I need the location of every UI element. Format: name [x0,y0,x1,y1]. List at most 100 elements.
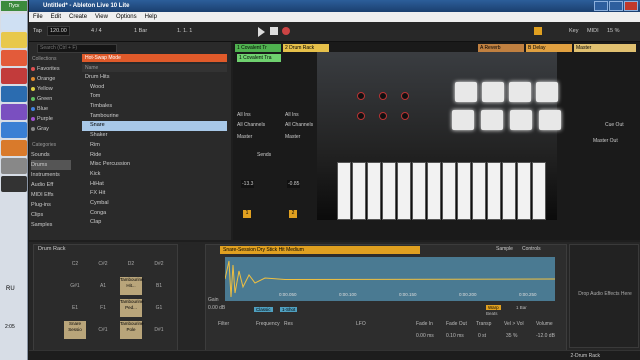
category-midi-effects[interactable]: MIDI Effs [31,190,71,200]
category-instruments[interactable]: Instruments [31,170,71,180]
maximize-button[interactable] [609,1,623,11]
tree-item[interactable]: Timbales [82,102,227,112]
collection-favorites[interactable]: Favorites [31,64,71,74]
input-channel-2[interactable]: All Channels [285,122,313,128]
language-indicator[interactable]: RU [6,286,15,292]
vel-vol-value[interactable]: 35 % [506,333,517,339]
tree-item[interactable]: Conga [82,209,227,219]
menu-view[interactable]: View [95,12,108,22]
tree-item[interactable]: Rim [82,141,227,151]
drum-cell[interactable]: C2 [64,255,86,273]
tempo-field[interactable]: 120.00 [47,26,70,36]
track-activator-2[interactable]: 2 [289,210,297,218]
filter-label[interactable]: Filter [218,321,229,327]
tab-sample[interactable]: Sample [496,246,513,252]
minimize-button[interactable] [594,1,608,11]
collection-purple[interactable]: Purple [31,114,71,124]
input-type-2[interactable]: All Ins [285,112,299,118]
one-bar-menu[interactable]: 1 Bar [516,305,527,310]
key-map-button[interactable] [534,27,542,35]
gain-value[interactable]: 0.00 dB [208,305,225,311]
drum-cell[interactable]: D2 [120,255,142,273]
app-icon-4[interactable] [1,140,27,156]
mode-one-shot[interactable]: 1-Shot [280,307,298,312]
drum-cell[interactable]: D#1 [148,321,170,339]
key-button[interactable]: Key [569,28,578,34]
warp-button[interactable]: Warp [486,305,501,310]
tree-item[interactable]: FX Hit [82,189,227,199]
tab-controls[interactable]: Controls [522,246,541,252]
track-header-reverb[interactable]: A Reverb [478,44,524,52]
collection-green[interactable]: Green [31,94,71,104]
drum-cell[interactable]: B1 [148,277,170,295]
transpose-value[interactable]: 0 st [478,333,486,339]
tree-item[interactable]: Misc Percussion [82,160,227,170]
tree-item[interactable]: HiHat [82,180,227,190]
category-drums[interactable]: Drums [31,160,71,170]
ableton-taskbar-button[interactable] [1,176,27,192]
category-audio-effects[interactable]: Audio Eff [31,180,71,190]
drum-cell-loaded[interactable]: Tambourine Pole [120,321,144,339]
signature-field[interactable]: 4 / 4 [91,28,102,34]
volume-display-1[interactable]: -13.3 [241,180,255,188]
app-icon-2[interactable] [1,104,27,120]
category-samples[interactable]: Samples [31,220,71,230]
stop-button[interactable] [270,27,278,35]
tree-item[interactable]: Kick [82,170,227,180]
position-field[interactable]: 1. 1. 1 [177,28,192,34]
start-button[interactable]: Пуск [1,1,27,11]
drum-cell[interactable]: G1 [148,299,170,317]
hotswap-bar[interactable]: Hot-Swap Mode [82,54,227,62]
drum-cell-loaded[interactable]: Tambourine Hit... [120,277,144,295]
tree-item[interactable]: Cymbal [82,199,227,209]
explorer-icon[interactable] [1,32,27,48]
menu-options[interactable]: Options [116,12,137,22]
category-plugins[interactable]: Plug-ins [31,200,71,210]
track-activator-1[interactable]: 1 [243,210,251,218]
sample-waveform[interactable] [224,257,556,301]
beats-menu[interactable]: Beats [486,311,498,316]
drum-cell[interactable]: G#1 [64,277,86,295]
menu-create[interactable]: Create [69,12,87,22]
category-clips[interactable]: Clips [31,210,71,220]
drum-cell[interactable]: C#1 [92,321,114,339]
category-sounds[interactable]: Sounds [31,150,71,160]
drum-cell[interactable]: A1 [92,277,114,295]
drum-cell[interactable]: E1 [64,299,86,317]
record-button[interactable] [282,27,290,35]
output-2[interactable]: Master [285,134,300,140]
lfo-label[interactable]: LFO [356,321,366,327]
browser-search[interactable]: Search (Ctrl + F) [37,44,117,53]
app-icon[interactable] [1,86,27,102]
play-button[interactable] [258,27,265,37]
track-header-2[interactable]: 2 Drum Rack [283,44,329,52]
tree-item[interactable]: Clap [82,218,227,228]
app-icon-5[interactable] [1,158,27,174]
output-1[interactable]: Master [237,134,252,140]
input-type-1[interactable]: All Ins [237,112,251,118]
quantize-menu[interactable]: 1 Bar [134,28,147,34]
volume-display-2[interactable]: -0.85 [287,180,301,188]
audio-effect-dropzone[interactable]: Drop Audio Effects Here [569,244,639,348]
opera-icon[interactable] [1,68,27,84]
tap-button[interactable]: Tap [33,28,42,34]
collection-blue[interactable]: Blue [31,104,71,114]
drum-cell-loaded[interactable]: Tambourine Ped... [120,299,144,317]
menu-edit[interactable]: Edit [51,12,61,22]
drum-cell-loaded[interactable]: Snare Sessio [64,321,86,339]
collection-orange[interactable]: Orange [31,74,71,84]
volume-value[interactable]: -12.0 dB [536,333,555,339]
tree-item[interactable]: Shaker [82,131,227,141]
menu-file[interactable]: File [33,12,43,22]
drum-cell[interactable]: F1 [92,299,114,317]
tree-item-selected[interactable]: Snare [82,121,227,132]
simpler-title[interactable]: Snare-Session Dry Stick Hit Medium [220,246,420,254]
drum-cell[interactable]: D#2 [148,255,170,273]
menu-help[interactable]: Help [145,12,157,22]
drum-cell[interactable]: C#2 [92,255,114,273]
collection-yellow[interactable]: Yellow [31,84,71,94]
track-header-1[interactable]: 1 Covalent Tr [235,44,281,52]
input-channel-1[interactable]: All Channels [237,122,265,128]
mode-classic[interactable]: Classic [254,307,273,312]
close-button[interactable] [624,1,638,11]
